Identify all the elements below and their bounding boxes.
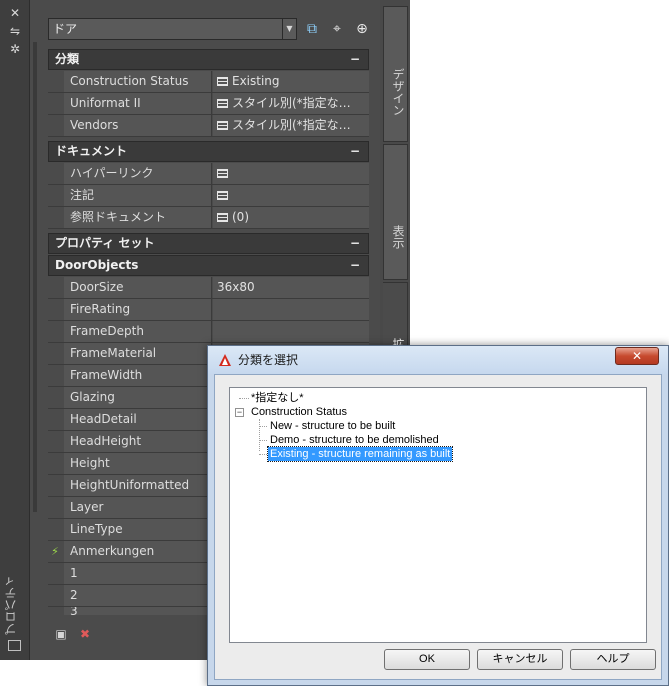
property-row-vendors[interactable]: Vendors スタイル別(*指定な… — [48, 115, 369, 137]
cancel-button[interactable]: キャンセル — [477, 649, 563, 670]
property-name: 2 — [64, 585, 212, 606]
property-value[interactable]: スタイル別(*指定な… — [213, 115, 369, 136]
property-name: Construction Status — [64, 71, 212, 92]
dialog-titlebar[interactable]: 分類を選択 — [208, 346, 668, 374]
section-title: DoorObjects — [55, 258, 139, 272]
property-row-notes[interactable]: 注記 — [48, 185, 369, 207]
property-value[interactable]: Existing — [213, 71, 369, 92]
list-icon — [217, 169, 228, 178]
property-name: FireRating — [64, 299, 212, 320]
remove-property-set-icon[interactable]: ✖ — [78, 627, 92, 641]
property-value[interactable]: スタイル別(*指定な… — [213, 93, 369, 114]
close-icon[interactable]: ✕ — [8, 6, 22, 20]
settings-icon[interactable]: ✲ — [8, 42, 22, 56]
property-row-construction-status[interactable]: Construction Status Existing — [48, 71, 369, 93]
classification-tree[interactable]: *指定なし* − Construction Status New - struc… — [229, 387, 647, 643]
property-value[interactable] — [213, 321, 369, 342]
property-name: DoorSize — [64, 277, 212, 298]
property-row-reference-documents[interactable]: 参照ドキュメント (0) — [48, 207, 369, 229]
property-name: Vendors — [64, 115, 212, 136]
collapse-icon[interactable]: − — [350, 256, 360, 275]
vertical-scrollbar[interactable] — [33, 42, 37, 512]
list-icon — [217, 213, 228, 222]
section-documents[interactable]: ドキュメント − — [48, 141, 369, 162]
palette-menu-icon[interactable] — [8, 640, 21, 651]
section-door-objects[interactable]: DoorObjects − — [48, 255, 369, 276]
section-title: プロパティ セット — [55, 236, 155, 250]
list-icon — [217, 99, 228, 108]
section-classification[interactable]: 分類 − — [48, 49, 369, 70]
list-icon — [217, 121, 228, 130]
property-value[interactable] — [213, 185, 369, 206]
property-name: LineType — [64, 519, 212, 540]
lightning-icon: ⚡ — [51, 545, 59, 558]
tree-item-demo[interactable]: Demo - structure to be demolished — [270, 433, 439, 447]
property-name: Height — [64, 453, 212, 474]
auto-hide-icon[interactable]: ⇋ — [8, 24, 22, 38]
help-button[interactable]: ヘルプ — [570, 649, 656, 670]
property-name: FrameMaterial — [64, 343, 212, 364]
section-title: ドキュメント — [55, 144, 128, 158]
object-type-dropdown[interactable]: ドア ▼ — [48, 18, 297, 40]
tab-design[interactable]: デザイン — [383, 6, 408, 142]
close-button[interactable]: ✕ — [615, 347, 659, 365]
palette-title-strip: ✕ ⇋ ✲ プロパティ — [0, 0, 30, 660]
property-row-uniformat[interactable]: Uniformat II スタイル別(*指定な… — [48, 93, 369, 115]
property-value[interactable]: (0) — [213, 207, 369, 228]
property-name: FrameDepth — [64, 321, 212, 342]
property-value[interactable]: 36x80 — [213, 277, 369, 298]
property-name: ハイパーリンク — [64, 163, 212, 184]
property-name: HeightUniformatted — [64, 475, 212, 496]
object-type-value: ドア — [53, 22, 78, 36]
tree-item-new[interactable]: New - structure to be built — [270, 419, 395, 433]
property-name: Anmerkungen — [64, 541, 212, 562]
select-classification-dialog: 分類を選択 ✕ *指定なし* − Construction Status New… — [207, 345, 669, 686]
property-row-hyperlink[interactable]: ハイパーリンク — [48, 163, 369, 185]
property-name: Glazing — [64, 387, 212, 408]
section-title: 分類 — [55, 52, 80, 66]
ok-button[interactable]: OK — [384, 649, 470, 670]
property-name: 参照ドキュメント — [64, 207, 212, 228]
property-name: Uniformat II — [64, 93, 212, 114]
property-name: HeadHeight — [64, 431, 212, 452]
autocad-app-icon — [219, 354, 231, 366]
property-name: HeadDetail — [64, 409, 212, 430]
tree-item-construction-status[interactable]: Construction Status — [251, 405, 347, 419]
property-name: 注記 — [64, 185, 212, 206]
property-row-doorsize[interactable]: DoorSize 36x80 — [48, 277, 369, 299]
collapse-icon[interactable]: − — [350, 50, 360, 69]
list-icon — [217, 191, 228, 200]
collapse-icon[interactable]: − — [350, 142, 360, 161]
collapse-icon[interactable]: − — [350, 234, 360, 253]
property-row-framedepth[interactable]: FrameDepth — [48, 321, 369, 343]
property-name: 3 — [64, 607, 212, 615]
dialog-body: *指定なし* − Construction Status New - struc… — [214, 374, 662, 680]
quick-select-icon[interactable]: ⧉ — [303, 20, 321, 38]
tree-item-unspecified[interactable]: *指定なし* — [251, 391, 304, 405]
list-icon — [217, 77, 228, 86]
property-name: FrameWidth — [64, 365, 212, 386]
select-objects-icon[interactable]: ⌖ — [328, 20, 346, 38]
chevron-down-icon[interactable]: ▼ — [282, 19, 296, 39]
property-name: Layer — [64, 497, 212, 518]
toggle-pickadd-icon[interactable]: ⊕ — [353, 20, 371, 38]
collapse-toggle-icon[interactable]: − — [235, 408, 244, 417]
property-value[interactable] — [213, 163, 369, 184]
palette-title: プロパティ — [4, 575, 18, 635]
tab-display[interactable]: 表示 — [383, 144, 408, 280]
section-property-sets[interactable]: プロパティ セット − — [48, 233, 369, 254]
property-name: 1 — [64, 563, 212, 584]
tree-item-existing[interactable]: Existing - structure remaining as built — [266, 446, 454, 462]
add-property-set-icon[interactable]: ▣ — [54, 627, 68, 641]
property-row-firerating[interactable]: FireRating — [48, 299, 369, 321]
dialog-title: 分類を選択 — [238, 353, 299, 367]
property-value[interactable] — [213, 299, 369, 320]
